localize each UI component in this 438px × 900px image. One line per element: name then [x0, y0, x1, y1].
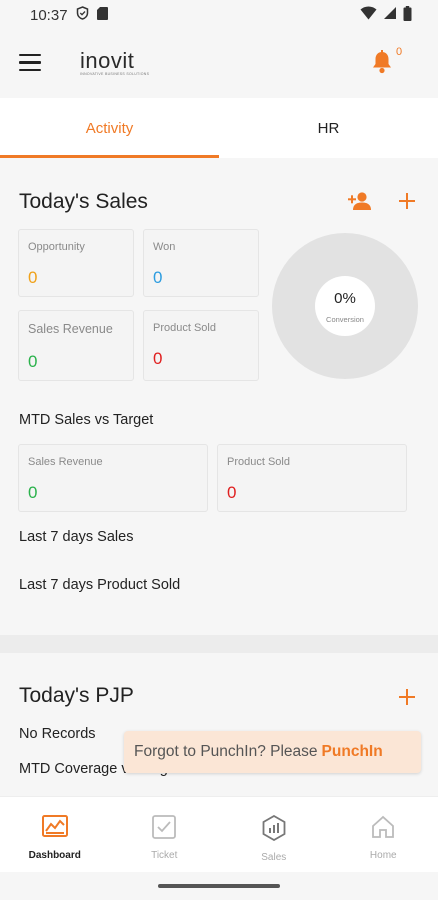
mtd-sales-title: MTD Sales vs Target — [19, 412, 154, 428]
bell-icon[interactable] — [371, 50, 393, 79]
gesture-bar — [0, 872, 438, 900]
mtd-sales-revenue-value: 0 — [28, 483, 38, 502]
todays-sales-title: Today's Sales — [19, 190, 148, 213]
tab-activity[interactable]: Activity — [0, 98, 219, 158]
add-sales-icon[interactable] — [398, 187, 416, 215]
app-logo: inovit INNOVATIVE BUSINESS SOLUTIONS — [80, 48, 149, 76]
conversion-value: 0% — [334, 290, 356, 307]
product-sold-label: Product Sold — [153, 322, 216, 334]
notification-count: 0 — [396, 46, 403, 58]
nav-home-label: Home — [369, 850, 397, 861]
nav-dashboard[interactable]: Dashboard — [0, 797, 110, 872]
tab-bar: Activity HR — [0, 98, 438, 158]
ticket-icon — [152, 815, 177, 844]
mtd-product-sold-value: 0 — [227, 483, 237, 502]
tab-hr[interactable]: HR — [219, 98, 438, 158]
punchin-toast[interactable]: Forgot to PunchIn? Please PunchIn — [124, 731, 421, 773]
menu-icon[interactable] — [19, 54, 41, 72]
mtd-sales-revenue-label: Sales Revenue — [28, 456, 103, 468]
nav-sales[interactable]: Sales — [219, 797, 329, 872]
wifi-icon — [360, 6, 377, 24]
mtd-product-sold-label: Product Sold — [227, 456, 290, 468]
app-bar: inovit INNOVATIVE BUSINESS SOLUTIONS 0 — [0, 30, 438, 98]
toast-message: Forgot to PunchIn? Please — [134, 743, 318, 760]
won-value: 0 — [153, 268, 163, 287]
home-icon — [371, 815, 395, 844]
add-pjp-icon[interactable] — [398, 683, 416, 711]
opportunity-label: Opportunity — [28, 241, 85, 253]
todays-pjp-card: Today's PJP No Records MTD Coverage vs T… — [0, 653, 438, 796]
punchin-link[interactable]: PunchIn — [322, 743, 383, 761]
status-time: 10:37 — [30, 6, 68, 24]
bottom-nav: Dashboard Ticket Sales Home — [0, 796, 438, 872]
won-tile[interactable]: Won 0 — [143, 229, 259, 297]
battery-icon — [403, 5, 412, 25]
no-records-text: No Records — [19, 726, 96, 742]
status-bar: 10:37 — [0, 0, 438, 30]
conversion-center: 0% Conversion — [315, 276, 375, 336]
nav-ticket-label: Ticket — [151, 850, 178, 861]
product-sold-tile[interactable]: Product Sold 0 — [143, 310, 259, 381]
mtd-product-sold-tile[interactable]: Product Sold 0 — [217, 444, 407, 512]
todays-pjp-title: Today's PJP — [19, 684, 134, 707]
sales-revenue-value: 0 — [28, 352, 38, 371]
logo-tagline: INNOVATIVE BUSINESS SOLUTIONS — [80, 72, 150, 76]
nav-dashboard-label: Dashboard — [28, 850, 81, 861]
mtd-sales-revenue-tile[interactable]: Sales Revenue 0 — [18, 444, 208, 512]
opportunity-value: 0 — [28, 268, 38, 287]
conversion-label: Conversion — [326, 315, 364, 324]
shield-icon — [76, 6, 89, 24]
nav-sales-label: Sales — [261, 852, 287, 863]
last7-sales-title: Last 7 days Sales — [19, 529, 134, 545]
sd-card-icon — [96, 6, 108, 24]
gesture-handle[interactable] — [158, 884, 280, 888]
opportunity-tile[interactable]: Opportunity 0 — [18, 229, 134, 297]
nav-home[interactable]: Home — [329, 797, 438, 872]
logo-text: inovit — [80, 48, 135, 73]
dashboard-icon — [41, 815, 68, 844]
sales-icon — [262, 814, 286, 846]
last7-product-title: Last 7 days Product Sold — [19, 577, 181, 593]
sales-revenue-tile[interactable]: Sales Revenue 0 — [18, 310, 134, 381]
nav-ticket[interactable]: Ticket — [110, 797, 220, 872]
add-person-icon[interactable] — [348, 191, 372, 216]
won-label: Won — [153, 241, 176, 253]
sales-revenue-label: Sales Revenue — [28, 322, 113, 336]
conversion-donut: 0% Conversion — [272, 233, 418, 379]
product-sold-value: 0 — [153, 349, 163, 368]
section-divider — [0, 635, 438, 653]
signal-icon — [383, 6, 397, 24]
